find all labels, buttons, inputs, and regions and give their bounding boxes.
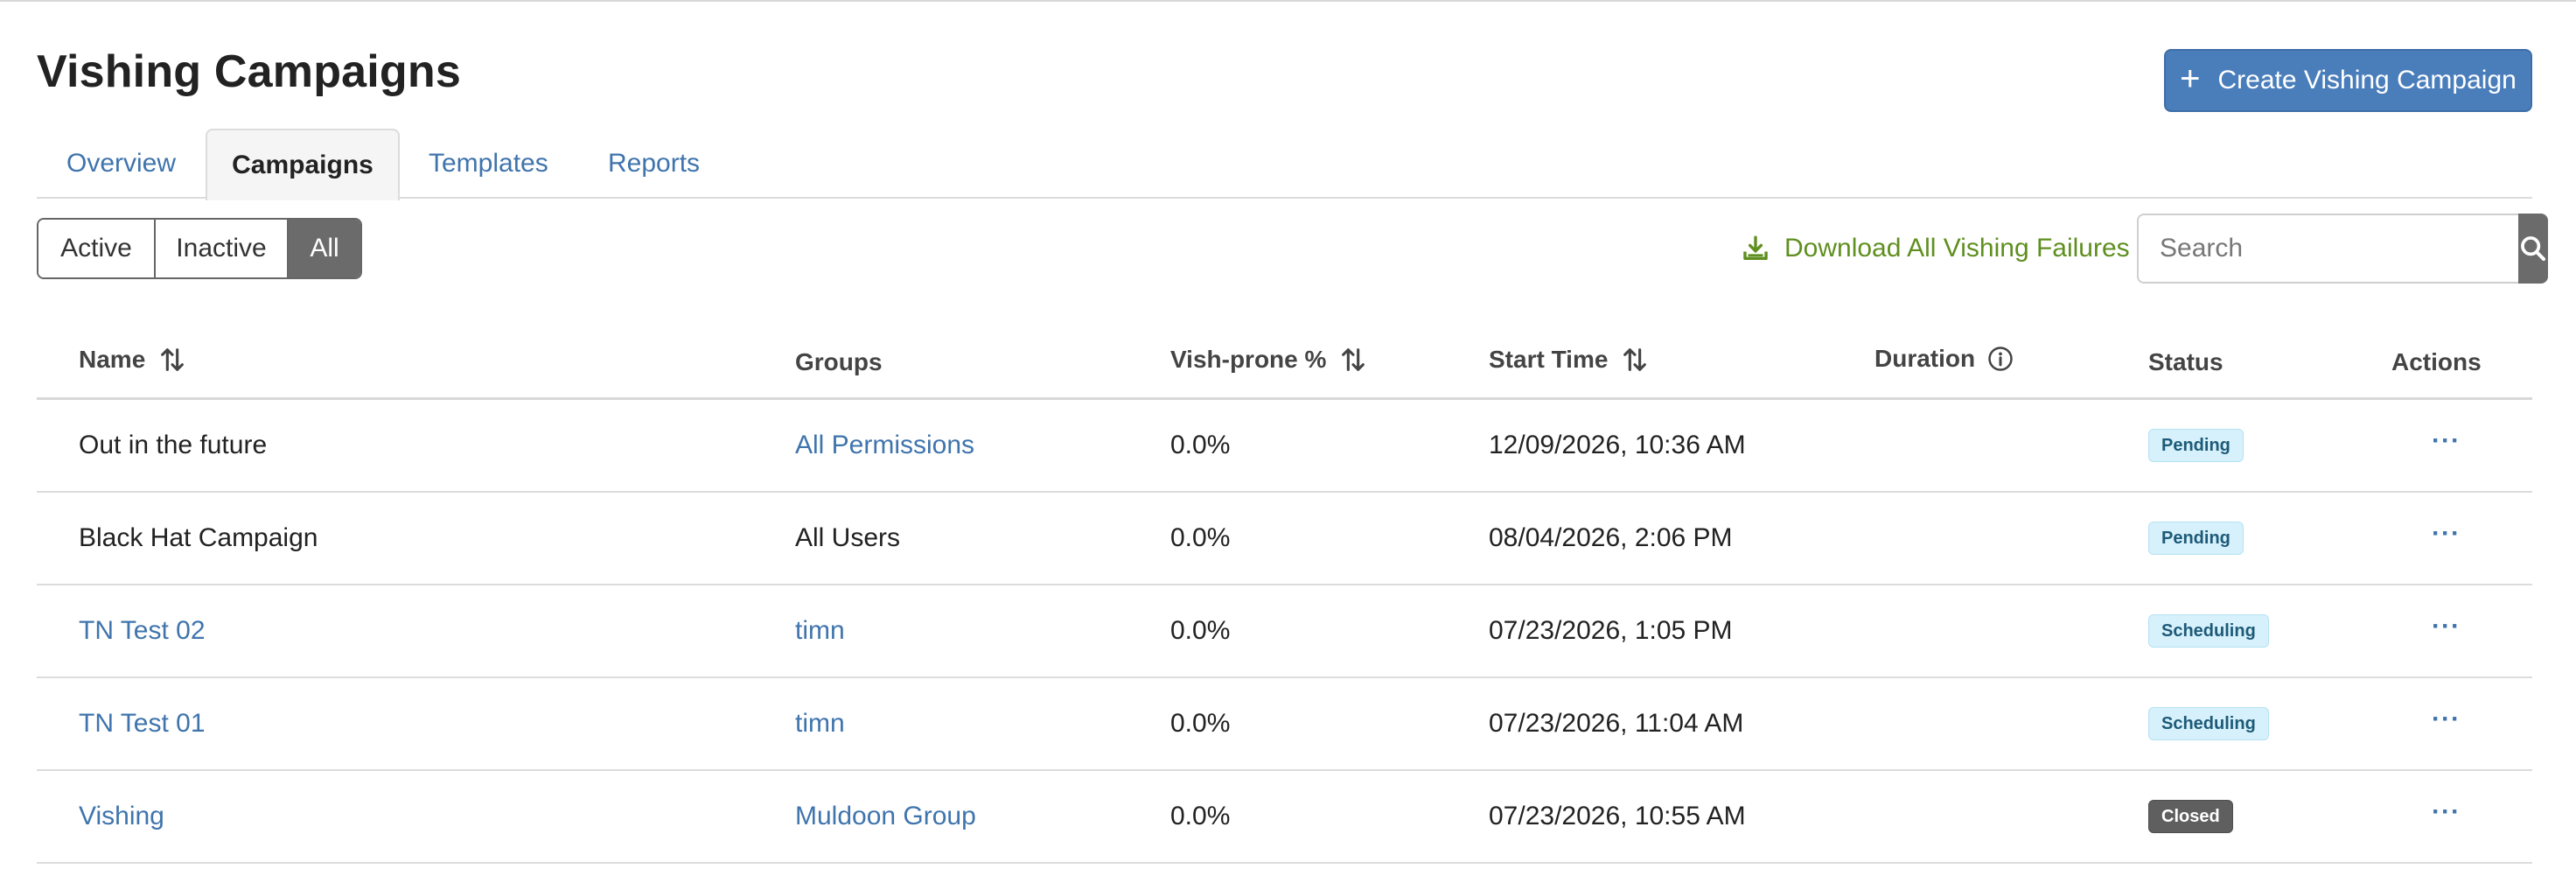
create-button-label: Create Vishing Campaign bbox=[2217, 66, 2517, 95]
search-bar bbox=[2137, 214, 2548, 284]
vishing-campaigns-page: Vishing Campaigns + Create Vishing Campa… bbox=[0, 0, 2576, 883]
info-icon[interactable] bbox=[1987, 346, 2014, 372]
column-header-groups: Groups bbox=[795, 348, 883, 375]
column-header-actions: Actions bbox=[2391, 348, 2482, 375]
tab-bar: Overview Campaigns Templates Reports bbox=[37, 129, 2532, 200]
filter-inactive-button[interactable]: Inactive bbox=[156, 220, 289, 277]
vish-prone-value: 0.0% bbox=[1170, 802, 1231, 830]
row-actions-menu-icon[interactable]: ··· bbox=[2432, 521, 2461, 547]
status-badge: Pending bbox=[2148, 429, 2244, 462]
campaign-group-link[interactable]: Muldoon Group bbox=[795, 771, 976, 862]
search-button[interactable] bbox=[2518, 214, 2548, 284]
column-header-duration: Duration bbox=[1874, 345, 2014, 373]
filter-all-button[interactable]: All bbox=[289, 220, 360, 277]
sort-icon[interactable] bbox=[1620, 345, 1650, 375]
search-input[interactable] bbox=[2137, 214, 2518, 284]
table-row: Out in the future All Permissions 0.0% 1… bbox=[37, 400, 2532, 493]
sort-icon[interactable] bbox=[157, 345, 187, 375]
sort-icon[interactable] bbox=[1338, 345, 1368, 375]
start-time-value: 07/23/2026, 10:55 AM bbox=[1489, 802, 1746, 830]
download-label: Download All Vishing Failures bbox=[1784, 234, 2130, 263]
start-time-value: 08/04/2026, 2:06 PM bbox=[1489, 523, 1733, 552]
row-actions-menu-icon[interactable]: ··· bbox=[2432, 706, 2461, 732]
status-badge: Scheduling bbox=[2148, 614, 2269, 648]
campaign-group-link[interactable]: timn bbox=[795, 678, 845, 769]
status-badge: Pending bbox=[2148, 522, 2244, 555]
tab-campaigns[interactable]: Campaigns bbox=[206, 129, 400, 200]
column-header-status: Status bbox=[2148, 348, 2223, 375]
vish-prone-value: 0.0% bbox=[1170, 523, 1231, 552]
campaign-group-link[interactable]: timn bbox=[795, 585, 845, 676]
tab-overview[interactable]: Overview bbox=[66, 129, 176, 199]
campaigns-table: Name Groups Vish-prone % Start Time Dura… bbox=[37, 326, 2532, 864]
row-actions-menu-icon[interactable]: ··· bbox=[2432, 613, 2461, 640]
table-row: TN Test 01 timn 0.0% 07/23/2026, 11:04 A… bbox=[37, 678, 2532, 771]
download-icon bbox=[1743, 235, 1768, 261]
vish-prone-value: 0.0% bbox=[1170, 431, 1231, 459]
tab-reports[interactable]: Reports bbox=[608, 129, 700, 199]
campaign-name-link[interactable]: Vishing bbox=[79, 771, 164, 862]
table-row: Black Hat Campaign All Users 0.0% 08/04/… bbox=[37, 493, 2532, 585]
start-time-value: 07/23/2026, 1:05 PM bbox=[1489, 616, 1733, 645]
table-header: Name Groups Vish-prone % Start Time Dura… bbox=[37, 326, 2532, 400]
start-time-value: 07/23/2026, 11:04 AM bbox=[1489, 709, 1744, 738]
page-title: Vishing Campaigns bbox=[37, 46, 461, 97]
filter-active-button[interactable]: Active bbox=[38, 220, 156, 277]
campaign-group-link[interactable]: All Permissions bbox=[795, 400, 974, 491]
column-header-start-time: Start Time bbox=[1489, 345, 1650, 375]
table-row: Vishing Muldoon Group 0.0% 07/23/2026, 1… bbox=[37, 771, 2532, 864]
start-time-value: 12/09/2026, 10:36 AM bbox=[1489, 431, 1746, 459]
download-vishing-failures-link[interactable]: Download All Vishing Failures bbox=[1741, 229, 2130, 268]
create-vishing-campaign-button[interactable]: + Create Vishing Campaign bbox=[2164, 49, 2532, 112]
status-badge: Scheduling bbox=[2148, 707, 2269, 740]
search-icon bbox=[2521, 236, 2546, 262]
vish-prone-value: 0.0% bbox=[1170, 616, 1231, 645]
row-actions-menu-icon[interactable]: ··· bbox=[2432, 428, 2461, 454]
status-badge: Closed bbox=[2148, 800, 2233, 833]
campaign-name-link[interactable]: TN Test 01 bbox=[79, 678, 206, 769]
campaign-name-link[interactable]: TN Test 02 bbox=[79, 585, 206, 676]
plus-icon: + bbox=[2180, 60, 2201, 98]
campaign-name: Black Hat Campaign bbox=[79, 523, 318, 552]
table-row: TN Test 02 timn 0.0% 07/23/2026, 1:05 PM… bbox=[37, 585, 2532, 678]
column-header-name: Name bbox=[79, 345, 187, 375]
campaign-name: Out in the future bbox=[79, 431, 268, 459]
row-actions-menu-icon[interactable]: ··· bbox=[2432, 799, 2461, 825]
column-header-vish-prone: Vish-prone % bbox=[1170, 345, 1368, 375]
vish-prone-value: 0.0% bbox=[1170, 709, 1231, 738]
campaign-group: All Users bbox=[795, 523, 901, 552]
tab-templates[interactable]: Templates bbox=[429, 129, 548, 199]
status-filter-group: Active Inactive All bbox=[37, 218, 362, 279]
